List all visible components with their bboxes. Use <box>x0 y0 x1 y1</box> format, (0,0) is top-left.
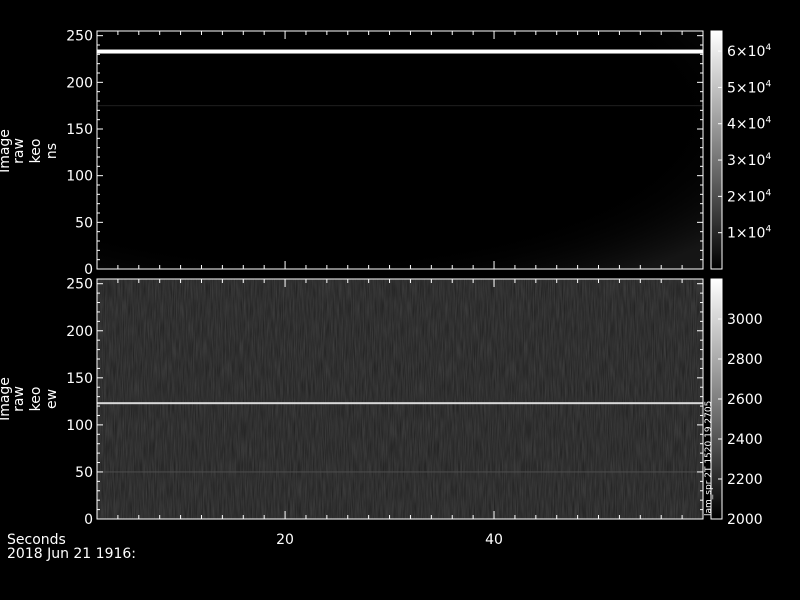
bottom-ylabel-line: raw <box>11 386 27 412</box>
x-tick-label: 20 <box>276 532 294 548</box>
top-cbar-label: 2×104 <box>727 188 771 205</box>
top-cbar-label: 4×104 <box>727 116 771 133</box>
top-bright-band <box>97 49 703 54</box>
top-ytick-label: 0 <box>84 262 93 278</box>
bottom-heatmap-noise <box>97 279 703 519</box>
bottom-side-note: lam_spr 2T 1520 19 2705 <box>704 401 714 516</box>
bottom-panel: 0 50 100 150 200 250 Image raw keo ew 2000 220… <box>0 277 763 528</box>
bottom-cbar-label: 2000 <box>727 512 763 528</box>
bottom-ytick-label: 250 <box>66 277 93 293</box>
bottom-ytick-label: 200 <box>66 324 93 340</box>
top-ylabel-line: keo <box>28 139 44 164</box>
bottom-dim-band <box>97 471 703 473</box>
bottom-ylabel: Image raw keo ew <box>0 377 60 421</box>
top-colorbar-ramp <box>710 30 723 270</box>
top-ylabel-line: ns <box>44 143 60 159</box>
top-cbar-label: 6×104 <box>727 43 771 60</box>
bottom-ytick-label: 100 <box>66 418 93 434</box>
bottom-colorbar: 2000 2200 2400 2600 2800 3000 lam_spr 2T 1520… <box>704 278 763 528</box>
x-tick-label: 40 <box>485 532 503 548</box>
top-colorbar-ticks: 1×104 2×104 3×104 4×104 5×104 6×104 <box>718 43 771 242</box>
bottom-cbar-label: 3000 <box>727 312 763 328</box>
bottom-ytick-label: 150 <box>66 371 93 387</box>
bottom-bright-band <box>97 402 703 405</box>
bottom-cbar-label: 2200 <box>727 472 763 488</box>
keogram-figure: 050100150200250 Image raw keo ns 1×1042×… <box>0 29 771 562</box>
top-colorbar: 1×104 2×104 3×104 4×104 5×104 6×104 <box>710 30 771 270</box>
bottom-ylabel-line: keo <box>28 387 44 412</box>
bottom-ylabel-line: ew <box>44 389 60 409</box>
bottom-ytick-label: 50 <box>75 465 93 481</box>
top-ytick-label: 100 <box>66 169 93 185</box>
top-ytick-label: 150 <box>66 122 93 138</box>
top-dim-band <box>97 105 703 107</box>
top-panel: 0 50 100 150 200 250 Image raw keo ns 1×104 2×… <box>0 29 771 278</box>
top-ytick-label: 200 <box>66 75 93 91</box>
bottom-cbar-label: 2800 <box>727 352 763 368</box>
bottom-colorbar-ticks: 2000 2200 2400 2600 2800 3000 <box>718 312 763 528</box>
top-cbar-label: 5×104 <box>727 79 771 96</box>
top-cbar-label: 3×104 <box>727 152 771 169</box>
top-cbar-label: 1×104 <box>727 225 771 242</box>
top-ylabel-line: raw <box>11 138 27 164</box>
top-ytick-label: 50 <box>75 215 93 231</box>
top-ylabel: Image raw keo ns <box>0 129 60 173</box>
bottom-ytick-label: 0 <box>84 512 93 528</box>
top-ytick-label: 250 <box>66 29 93 45</box>
date-label: 2018 Jun 21 1916: <box>7 546 136 562</box>
bottom-cbar-label: 2600 <box>727 392 763 408</box>
top-heatmap-haze <box>97 31 703 269</box>
bottom-cbar-label: 2400 <box>727 432 763 448</box>
x-tick-labels: 20 40 <box>276 532 503 548</box>
